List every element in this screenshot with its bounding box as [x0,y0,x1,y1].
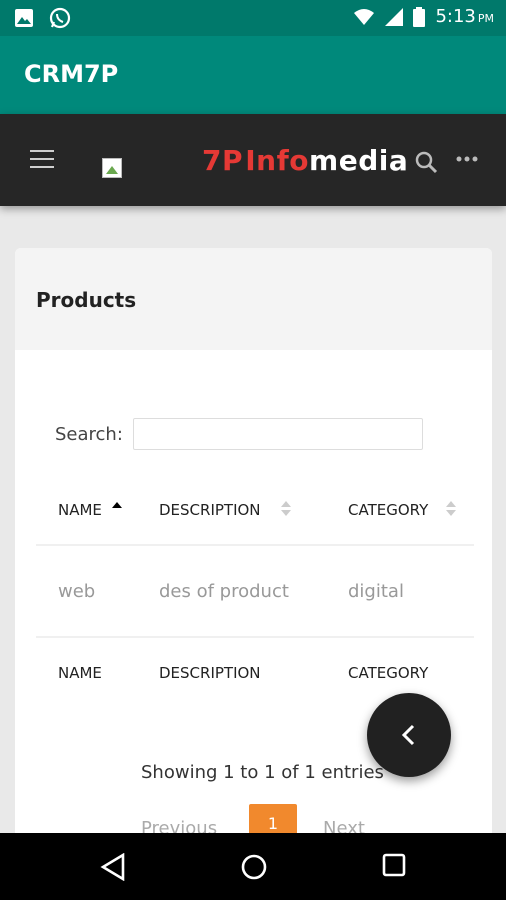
table-header-row: NAME DESCRIPTION CATEGORY [36,476,474,545]
image-icon [15,9,33,27]
table-search: Search: [55,418,423,450]
cell-name: web [58,580,96,602]
search-label: Search: [55,423,123,445]
products-table: NAME DESCRIPTION CATEGORY web des of pro… [36,476,474,708]
footer-description: DESCRIPTION [159,664,261,682]
battery-icon [413,6,426,27]
status-bar: 5:13 PM [0,0,506,36]
app-bar: CRM7P [0,36,506,114]
cell-category: digital [348,580,404,602]
hamburger-menu-icon[interactable] [30,150,54,170]
home-icon[interactable] [240,853,268,881]
sort-icon [446,501,456,516]
logo-image [102,158,122,178]
column-header-description[interactable]: DESCRIPTION [137,476,326,545]
signal-icon [385,7,404,26]
chevron-left-icon [401,724,415,746]
table-info: Showing 1 to 1 of 1 entries [141,762,384,783]
search-input[interactable] [132,418,423,450]
sort-icon [281,501,291,516]
card-header: Products [15,248,492,350]
sort-ascending-icon [112,502,122,508]
clock: 5:13 PM [435,6,494,27]
cell-description: des of product [159,580,289,602]
brand-logo[interactable]: 7P Infomedia [202,144,408,177]
more-options-icon[interactable] [456,156,478,162]
wifi-icon [354,8,375,25]
search-icon[interactable] [414,150,438,174]
card-title: Products [36,288,137,312]
footer-name: NAME [58,664,102,682]
back-fab[interactable] [367,693,451,777]
whatsapp-icon [49,7,71,29]
column-header-category[interactable]: CATEGORY [326,476,474,545]
column-header-name[interactable]: NAME [36,476,137,545]
recents-icon[interactable] [382,853,406,877]
system-nav-bar [0,833,506,900]
back-icon[interactable] [100,853,126,881]
site-header: 7P Infomedia [0,114,506,206]
table-row[interactable]: web des of product digital [36,545,474,637]
app-title: CRM7P [24,60,119,88]
